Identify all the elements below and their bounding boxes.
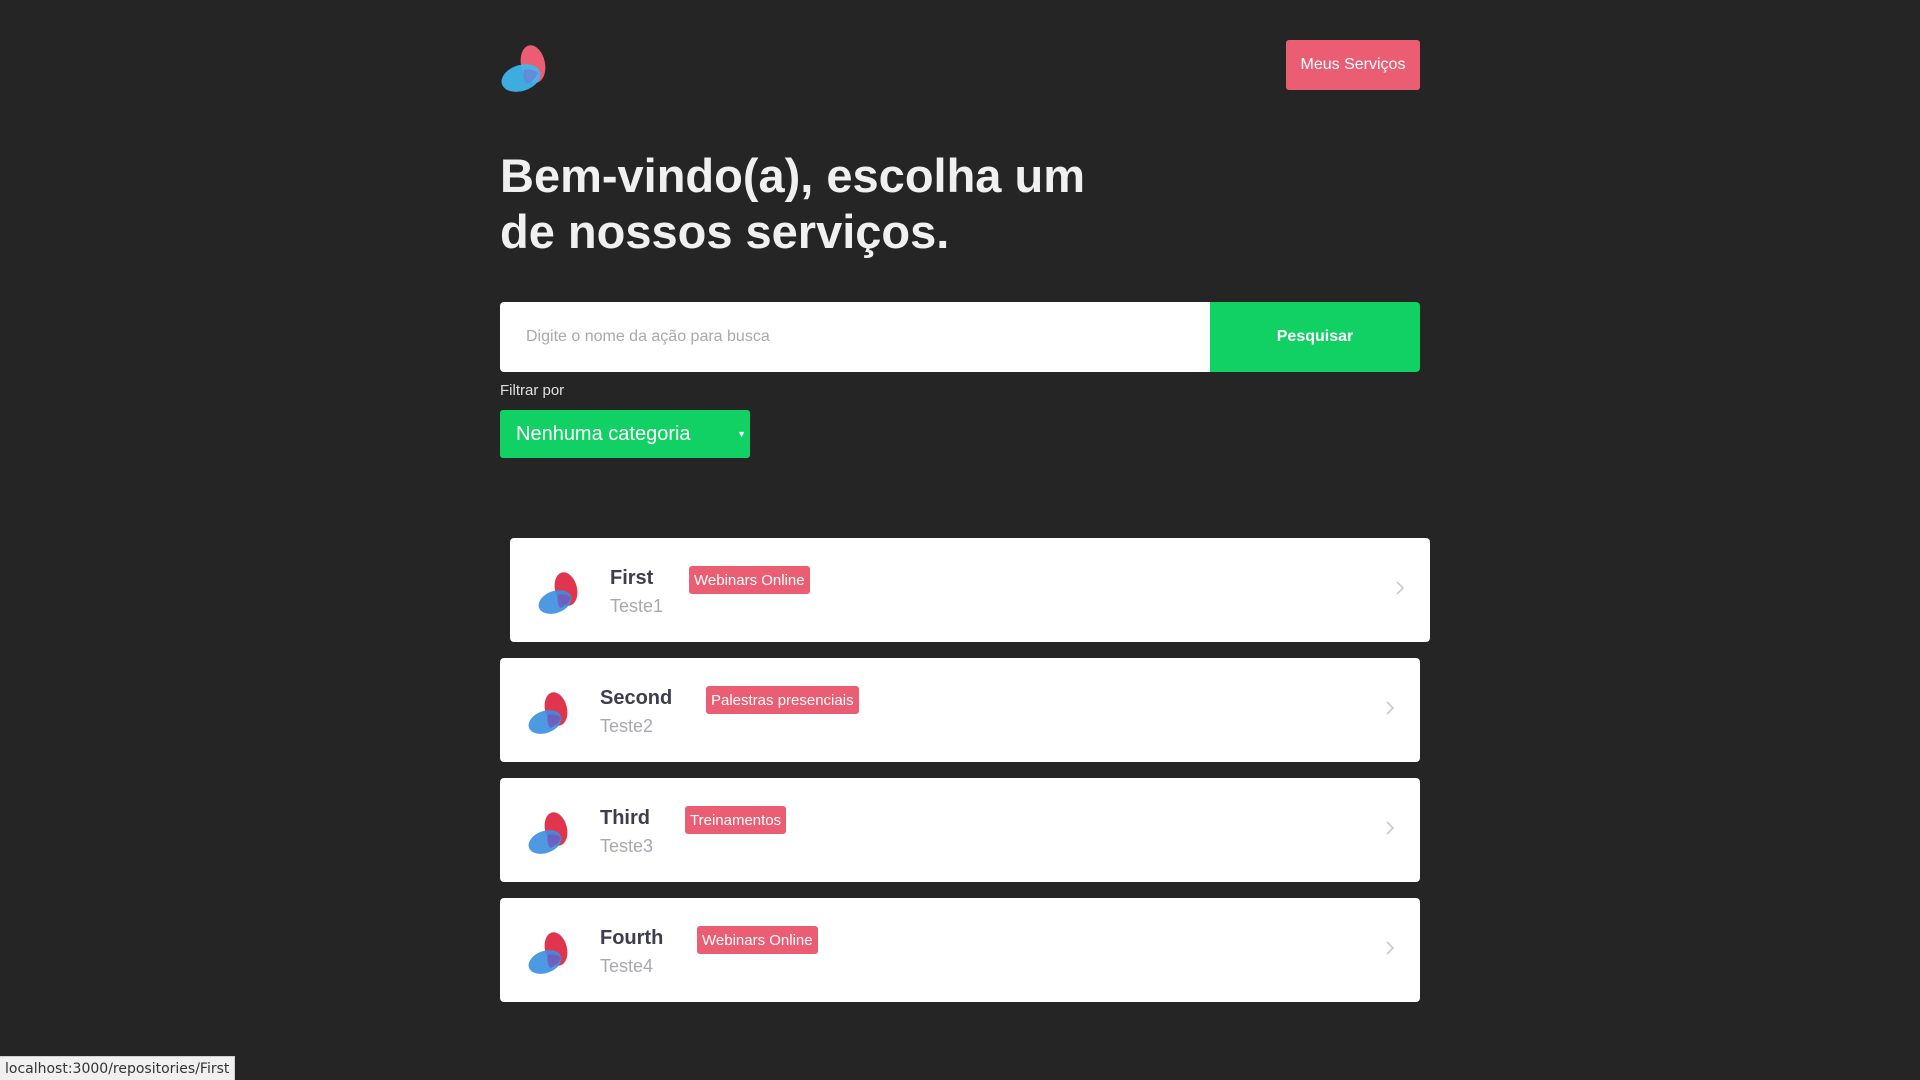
repository-description: Teste2 (600, 716, 654, 736)
page-title-line-2: de nossos serviços. (500, 205, 950, 258)
status-bar-url: localhost:3000/repositories/First (0, 1056, 236, 1080)
category-select-value: Nenhuma categoria (516, 422, 691, 445)
dropdown-caret-icon: ▼ (737, 429, 746, 439)
chevron-right-icon (1390, 578, 1410, 598)
chevron-right-icon (1380, 698, 1400, 718)
repository-card-third[interactable]: Third Teste3 Treinamentos (500, 778, 1420, 882)
repository-avatar-icon (526, 928, 574, 976)
repository-description: Teste3 (600, 836, 654, 856)
repository-avatar-icon (526, 808, 574, 856)
repository-avatar-icon (536, 568, 584, 616)
category-badge: Webinars Online (689, 566, 810, 594)
category-badge: Treinamentos (685, 806, 787, 834)
chevron-right-icon (1380, 818, 1400, 838)
repository-description: Teste4 (600, 956, 654, 976)
repository-title: First (610, 567, 654, 589)
page: Meus Serviços Bem-vindo(a), escolha um d… (0, 0, 1920, 1080)
search-form: Pesquisar (500, 302, 1420, 372)
search-button[interactable]: Pesquisar (1210, 302, 1420, 372)
search-input[interactable] (500, 302, 1210, 372)
filter-label: Filtrar por (500, 382, 565, 399)
category-badge: Webinars Online (697, 926, 818, 954)
repository-card-first[interactable]: First Teste1 Webinars Online (510, 538, 1430, 642)
page-title: Bem-vindo(a), escolha um de nossos servi… (500, 148, 1120, 260)
repository-card-second[interactable]: Second Teste2 Palestras presenciais (500, 658, 1420, 762)
repository-title: Fourth (600, 927, 664, 949)
category-select[interactable]: Nenhuma categoria ▼ (500, 410, 750, 458)
logo-icon[interactable] (500, 40, 552, 92)
category-badge: Palestras presenciais (706, 686, 859, 714)
my-services-button[interactable]: Meus Serviços (1286, 40, 1420, 90)
page-title-line-1: Bem-vindo(a), escolha um (500, 149, 1085, 202)
repository-title: Second (600, 687, 673, 709)
repository-card-fourth[interactable]: Fourth Teste4 Webinars Online (500, 898, 1420, 1002)
repository-title: Third (600, 807, 650, 829)
repository-avatar-icon (526, 688, 574, 736)
repository-description: Teste1 (610, 596, 664, 616)
chevron-right-icon (1380, 938, 1400, 958)
